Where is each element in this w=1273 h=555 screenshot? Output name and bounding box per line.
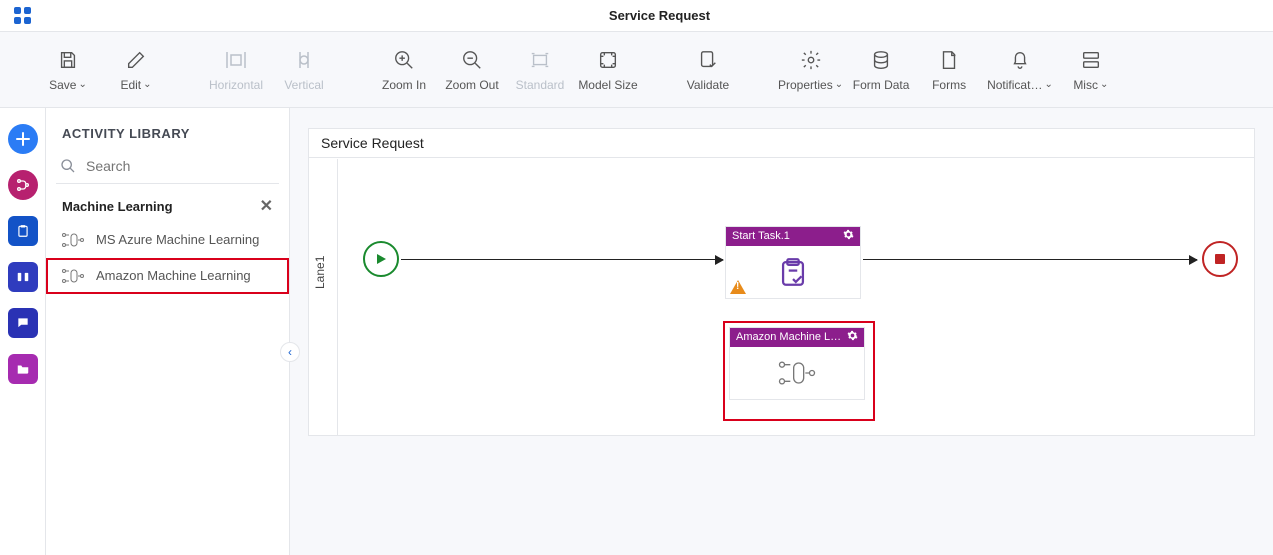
search-input[interactable] — [84, 157, 275, 175]
chevron-down-icon: ⌄ — [835, 79, 843, 90]
activity-panel: ACTIVITY LIBRARY Machine Learning ✕ MS A… — [46, 108, 290, 555]
activity-panel-title: ACTIVITY LIBRARY — [46, 108, 289, 151]
misc-button[interactable]: Misc⌄ — [1057, 42, 1125, 98]
activity-item-azureml[interactable]: MS Azure Machine Learning — [46, 222, 289, 258]
activity-group-name: Machine Learning — [62, 199, 173, 214]
sidebar-item-folder-icon[interactable] — [8, 354, 38, 384]
vertical-button: Vertical — [270, 42, 338, 98]
zoomin-icon — [393, 48, 415, 72]
modelsize-icon — [597, 48, 619, 72]
sidebar-item-chat-icon[interactable] — [8, 308, 38, 338]
notifications-icon — [1009, 48, 1031, 72]
zoomout-button[interactable]: Zoom Out — [438, 42, 506, 98]
zoomout-icon — [461, 48, 483, 72]
start-node[interactable] — [363, 241, 399, 277]
task-node-start-task[interactable]: Start Task.1 — [725, 226, 861, 299]
sidebar — [0, 108, 46, 555]
edit-button[interactable]: Edit⌄ — [102, 42, 170, 98]
activity-search[interactable] — [56, 151, 279, 184]
activity-item-awsml[interactable]: Amazon Machine Learning — [46, 258, 289, 294]
formdata-button[interactable]: Form Data — [847, 42, 915, 98]
task-node-amazon-ml[interactable]: Amazon Machine Learn… — [729, 327, 865, 400]
gear-icon[interactable] — [847, 330, 858, 344]
modelsize-button[interactable]: Model Size — [574, 42, 642, 98]
save-button[interactable]: Save⌄ — [34, 42, 102, 98]
properties-button[interactable]: Properties⌄ — [774, 42, 847, 98]
forms-button[interactable]: Forms — [915, 42, 983, 98]
edit-icon — [125, 48, 147, 72]
activity-group-header: Machine Learning ✕ — [46, 190, 289, 222]
sidebar-activity-library-icon[interactable] — [8, 170, 38, 200]
close-icon[interactable]: ✕ — [260, 196, 273, 216]
machine-learning-icon — [777, 358, 817, 388]
machine-learning-icon — [60, 230, 86, 250]
task-title: Amazon Machine Learn… — [736, 331, 842, 343]
horizontal-button: Horizontal — [202, 42, 270, 98]
sidebar-item-columns-icon[interactable] — [8, 262, 38, 292]
standard-button: Standard — [506, 42, 574, 98]
machine-learning-icon — [60, 266, 86, 286]
canvas-area[interactable]: Service Request Lane1 Start Task.1 — [290, 108, 1273, 555]
page-title: Service Request — [46, 8, 1273, 23]
task-title: Start Task.1 — [732, 230, 790, 242]
collapse-panel-button[interactable]: ‹ — [280, 342, 300, 362]
gear-icon[interactable] — [843, 229, 854, 243]
notifications-button[interactable]: Notificat…⌄ — [983, 42, 1057, 98]
edge-task-to-end[interactable] — [863, 259, 1197, 260]
zoomin-button[interactable]: Zoom In — [370, 42, 438, 98]
title-bar: Service Request — [0, 0, 1273, 32]
search-icon — [60, 158, 76, 174]
end-node[interactable] — [1202, 241, 1238, 277]
misc-icon — [1080, 48, 1102, 72]
lane-label: Lane1 — [313, 256, 327, 289]
standard-icon — [529, 48, 551, 72]
toolbar: Save⌄Edit⌄ HorizontalVertical Zoom InZoom … — [0, 32, 1273, 108]
sidebar-item-clipboard-icon[interactable] — [8, 216, 38, 246]
canvas-title: Service Request — [309, 129, 1254, 158]
forms-icon — [938, 48, 960, 72]
activity-item-label: Amazon Machine Learning — [96, 268, 251, 284]
chevron-down-icon: ⌄ — [1100, 79, 1108, 90]
save-icon — [57, 48, 79, 72]
add-button[interactable] — [8, 124, 38, 154]
process-canvas[interactable]: Service Request Lane1 Start Task.1 — [308, 128, 1255, 436]
horizontal-icon — [224, 48, 248, 72]
chevron-down-icon: ⌄ — [78, 79, 86, 90]
warning-icon — [730, 280, 746, 294]
edge-start-to-task[interactable] — [401, 259, 723, 260]
validate-icon — [697, 48, 719, 72]
properties-icon — [800, 48, 822, 72]
app-switcher-icon[interactable] — [0, 6, 46, 26]
activity-item-label: MS Azure Machine Learning — [96, 232, 259, 248]
clipboard-check-icon — [776, 255, 810, 289]
validate-button[interactable]: Validate — [674, 42, 742, 98]
formdata-icon — [870, 48, 892, 72]
chevron-down-icon: ⌄ — [143, 79, 151, 90]
vertical-icon — [292, 48, 316, 72]
chevron-down-icon: ⌄ — [1044, 79, 1052, 90]
